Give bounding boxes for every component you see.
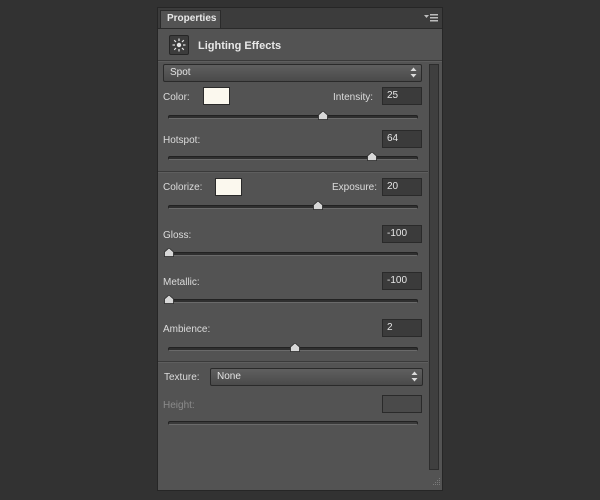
slider-thumb-icon[interactable] — [317, 110, 328, 120]
properties-panel: Properties Lighting Effects Spot Color: … — [157, 7, 443, 491]
select-arrows-icon — [410, 67, 417, 84]
panel-menu-icon[interactable] — [424, 12, 438, 24]
light-type-value: Spot — [170, 67, 191, 78]
texture-label: Texture: — [164, 372, 200, 383]
ambience-slider[interactable] — [168, 342, 418, 352]
slider-thumb-icon[interactable] — [290, 342, 301, 352]
lighting-effects-icon — [169, 35, 189, 55]
panel-scrollbar[interactable] — [429, 64, 439, 470]
hotspot-slider[interactable] — [168, 151, 418, 161]
panel-tab-bar: Properties — [158, 8, 442, 29]
gloss-label: Gloss: — [163, 230, 192, 241]
texture-select[interactable]: None — [210, 368, 423, 386]
slider-thumb-icon[interactable] — [367, 151, 378, 161]
panel-title: Lighting Effects — [198, 40, 282, 52]
resize-grip-icon[interactable] — [431, 476, 441, 489]
intensity-slider[interactable] — [168, 110, 418, 120]
slider-thumb-icon[interactable] — [164, 247, 174, 257]
exposure-slider[interactable] — [168, 200, 418, 210]
exposure-label: Exposure: — [332, 182, 378, 193]
header-divider — [158, 60, 442, 62]
metallic-input[interactable]: -100 — [382, 272, 422, 290]
section-divider-environment — [158, 361, 428, 363]
metallic-slider[interactable] — [164, 294, 418, 304]
color-label: Color: — [163, 92, 190, 103]
slider-thumb-icon[interactable] — [312, 200, 323, 210]
hotspot-label: Hotspot: — [163, 135, 201, 146]
light-type-select[interactable]: Spot — [163, 64, 422, 82]
select-arrows-icon — [411, 371, 418, 388]
light-color-swatch[interactable] — [203, 87, 230, 105]
section-divider-light — [158, 171, 428, 173]
gloss-slider[interactable] — [164, 247, 418, 257]
colorize-label: Colorize: — [163, 182, 203, 193]
height-slider — [168, 421, 418, 425]
hotspot-input[interactable]: 64 — [382, 130, 422, 148]
intensity-input[interactable]: 25 — [382, 87, 422, 105]
ambience-label: Ambience: — [163, 324, 211, 335]
ambience-input[interactable]: 2 — [382, 319, 422, 337]
exposure-input[interactable]: 20 — [382, 178, 422, 196]
intensity-label: Intensity: — [333, 92, 374, 103]
height-label: Height: — [163, 400, 195, 411]
tab-properties[interactable]: Properties — [160, 10, 221, 28]
slider-thumb-icon[interactable] — [164, 294, 174, 304]
gloss-input[interactable]: -100 — [382, 225, 422, 243]
metallic-label: Metallic: — [163, 277, 200, 288]
colorize-swatch[interactable] — [215, 178, 242, 196]
height-input — [382, 395, 422, 413]
texture-value: None — [217, 371, 241, 382]
